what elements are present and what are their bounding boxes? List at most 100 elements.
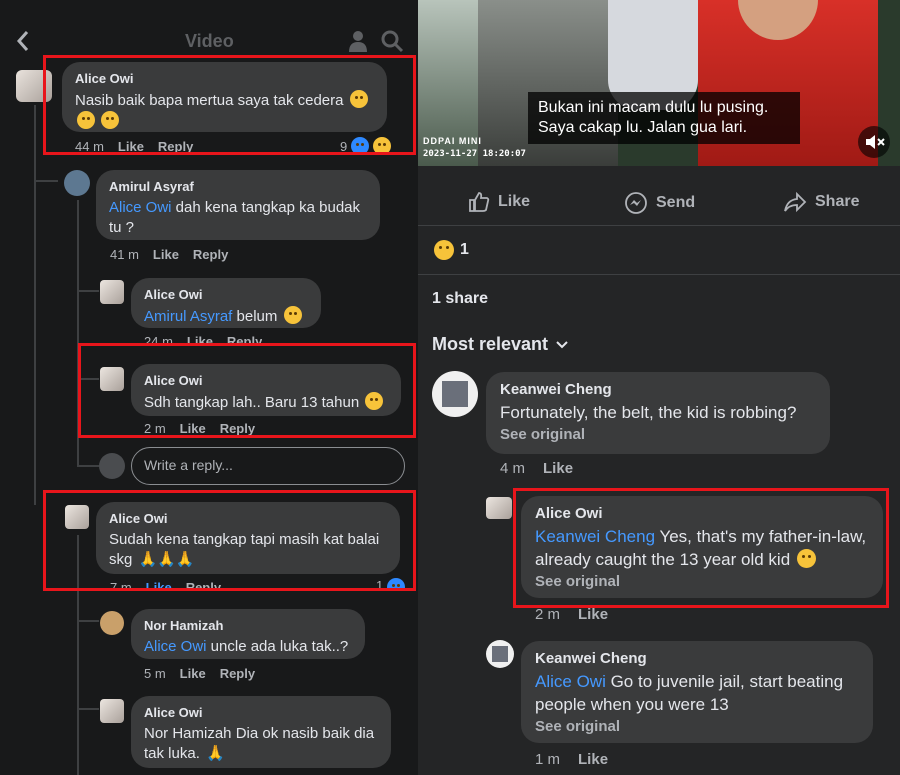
video-subtitle: Bukan ini macam dulu lu pusing. Saya cak… xyxy=(528,92,800,144)
comment-meta: 1 m Like xyxy=(535,751,608,768)
persevering-face-icon xyxy=(101,111,120,129)
reply-input[interactable]: Write a reply... xyxy=(131,447,405,485)
comment-text: belum xyxy=(232,308,278,325)
comment-author[interactable]: Alice Owi xyxy=(144,705,378,720)
avatar[interactable] xyxy=(100,367,124,391)
mention-link[interactable]: Amirul Asyraf xyxy=(144,308,232,325)
thread-line xyxy=(77,465,99,467)
video-player[interactable]: Bukan ini macam dulu lu pusing. Saya cak… xyxy=(418,0,900,166)
reply-button[interactable]: Reply xyxy=(220,666,255,681)
like-button[interactable]: Like xyxy=(578,751,608,768)
comment-meta: 41 m Like Reply xyxy=(110,247,228,262)
send-action-button[interactable]: Send xyxy=(624,191,695,215)
reaction-count: 1 xyxy=(460,241,469,258)
header-bar: Video xyxy=(0,0,418,72)
comment-text: Nor Hamizah Dia ok nasib baik dia tak lu… xyxy=(144,725,375,762)
like-button[interactable]: Like xyxy=(146,580,172,591)
reply-button[interactable]: Reply xyxy=(158,139,193,154)
worried-face-icon xyxy=(283,306,302,324)
avatar[interactable] xyxy=(100,280,124,304)
like-button[interactable]: Like xyxy=(187,334,213,344)
avatar[interactable] xyxy=(100,699,124,723)
worried-face-icon xyxy=(796,549,816,568)
comment-meta: 2 m Like Reply xyxy=(144,421,255,436)
back-arrow-icon[interactable] xyxy=(16,30,30,52)
like-button[interactable]: Like xyxy=(153,247,179,262)
worried-face-icon xyxy=(365,392,384,410)
messenger-icon xyxy=(625,192,647,214)
comment-author[interactable]: Amirul Asyraf xyxy=(109,179,367,194)
see-original-link[interactable]: See original xyxy=(535,573,869,590)
comment-time: 4 m xyxy=(500,460,526,477)
like-action-button[interactable]: Like xyxy=(468,191,530,213)
profile-icon[interactable] xyxy=(348,30,368,52)
avatar[interactable] xyxy=(100,611,124,635)
reply-button[interactable]: Reply xyxy=(193,247,228,262)
share-label: Share xyxy=(815,193,860,210)
comment-author[interactable]: Alice Owi xyxy=(144,287,308,302)
mute-button[interactable] xyxy=(858,126,890,158)
reaction-summary[interactable]: 1 xyxy=(376,578,406,590)
avatar[interactable] xyxy=(486,640,514,668)
comment-time: 41 m xyxy=(110,247,139,262)
folded-hands-icon: 🙏 xyxy=(206,745,225,762)
reaction-count: 1 xyxy=(376,578,384,590)
like-reaction-icon xyxy=(351,137,370,155)
comment-meta: 24 m Like Reply xyxy=(144,334,262,344)
video-brand: DDPAI MINI xyxy=(423,136,482,146)
avatar[interactable] xyxy=(65,505,89,529)
comment-text: Sdh tangkap lah.. Baru 13 tahun xyxy=(144,394,360,411)
share-count[interactable]: 1 share xyxy=(432,290,488,308)
avatar[interactable] xyxy=(486,497,512,519)
comment-author[interactable]: Keanwei Cheng xyxy=(535,650,859,667)
persevering-face-icon xyxy=(77,111,95,129)
mention-link[interactable]: Keanwei Cheng xyxy=(535,527,655,546)
comment-time: 5 m xyxy=(144,666,166,681)
send-label: Send xyxy=(656,194,696,211)
video-timestamp: 2023-11-27 18:20:07 xyxy=(423,149,526,159)
comment-meta: 4 m Like xyxy=(500,460,573,477)
mention-link[interactable]: Alice Owi xyxy=(109,199,172,216)
comment-meta: 2 m Like xyxy=(535,606,608,619)
like-reaction-icon xyxy=(387,578,406,590)
comment-author[interactable]: Alice Owi xyxy=(535,505,869,522)
comment-author[interactable]: Alice Owi xyxy=(144,373,388,388)
reaction-count: 9 xyxy=(340,138,348,154)
see-original-link[interactable]: See original xyxy=(535,718,859,735)
comment-meta: 5 m Like Reply xyxy=(144,666,255,681)
avatar[interactable] xyxy=(16,70,52,102)
like-button[interactable]: Like xyxy=(180,666,206,681)
reaction-summary[interactable]: 1 xyxy=(432,240,469,260)
like-label: Like xyxy=(498,193,531,210)
reply-button[interactable]: Reply xyxy=(227,334,262,344)
search-icon[interactable] xyxy=(380,29,404,53)
reply-button[interactable]: Reply xyxy=(186,580,221,591)
comment-bubble: Nor Hamizah Alice Owi uncle ada luka tak… xyxy=(131,609,365,659)
see-original-link[interactable]: See original xyxy=(500,426,816,443)
thread-line xyxy=(77,620,99,622)
like-button[interactable]: Like xyxy=(118,139,144,154)
subtitle-line: Saya cakap lu. Jalan gua lari. xyxy=(538,119,748,136)
share-arrow-icon xyxy=(784,191,807,213)
comment-author[interactable]: Alice Owi xyxy=(109,511,387,526)
thread-line xyxy=(77,200,79,465)
avatar[interactable] xyxy=(64,170,90,196)
share-action-button[interactable]: Share xyxy=(783,191,859,213)
reply-button[interactable]: Reply xyxy=(220,421,255,436)
reaction-summary[interactable]: 9 xyxy=(340,137,392,155)
comment-author[interactable]: Alice Owi xyxy=(75,71,374,86)
avatar[interactable] xyxy=(432,371,478,417)
sort-label: Most relevant xyxy=(432,334,549,354)
mention-link[interactable]: Alice Owi xyxy=(535,672,606,691)
comment-text: Fortunately, the belt, the kid is robbin… xyxy=(500,403,797,422)
comment-author[interactable]: Keanwei Cheng xyxy=(500,381,816,398)
sort-dropdown[interactable]: Most relevant xyxy=(432,334,568,355)
like-button[interactable]: Like xyxy=(180,421,206,436)
comment-time: 2 m xyxy=(144,421,166,436)
like-button[interactable]: Like xyxy=(543,460,573,477)
comment-bubble: Alice Owi Nor Hamizah Dia ok nasib baik … xyxy=(131,696,391,768)
comment-time: 24 m xyxy=(144,334,173,344)
comment-author[interactable]: Nor Hamizah xyxy=(144,618,352,633)
mention-link[interactable]: Alice Owi xyxy=(144,638,207,655)
like-button[interactable]: Like xyxy=(578,606,608,619)
